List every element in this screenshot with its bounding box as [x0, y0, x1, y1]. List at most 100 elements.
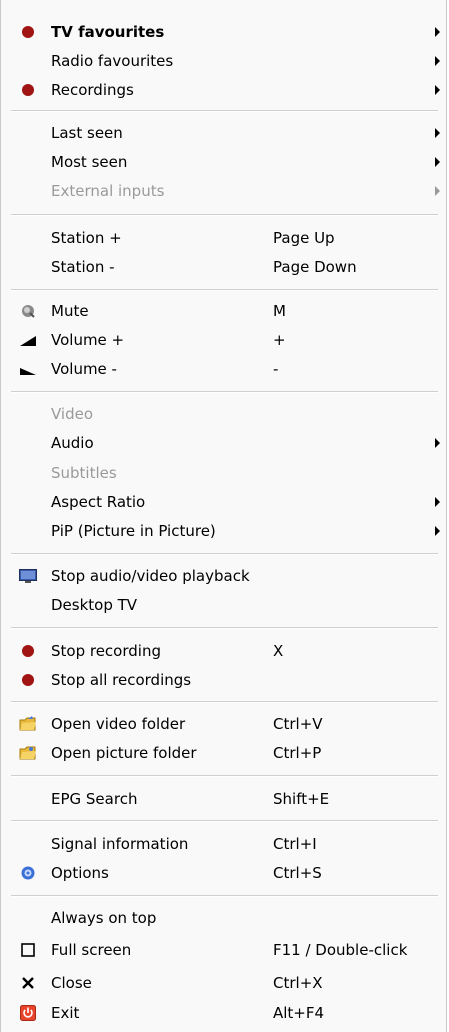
menu-item-label: Audio: [51, 434, 94, 452]
menu-item-recordings[interactable]: Recordings: [1, 75, 448, 105]
menu-separator: [11, 701, 438, 703]
menu-item-label: Close: [51, 974, 92, 992]
menu-item-label: Recordings: [51, 81, 134, 99]
menu-item-open-picture-folder[interactable]: Open picture folder Ctrl+P: [1, 738, 448, 768]
volume-up-icon: [19, 331, 37, 349]
submenu-arrow-icon: [435, 497, 440, 507]
menu-item-label: Volume -: [51, 360, 117, 378]
menu-item-audio[interactable]: Audio: [1, 428, 448, 458]
shortcut-label: Shift+E: [273, 790, 330, 808]
menu-item-label: Station -: [51, 258, 115, 276]
menu-item-label: Always on top: [51, 909, 157, 927]
menu-item-stop-playback[interactable]: Stop audio/video playback: [1, 561, 448, 591]
submenu-arrow-icon: [435, 27, 440, 37]
menu-item-label: Volume +: [51, 331, 125, 349]
menu-item-label: Open video folder: [51, 715, 186, 733]
folder-icon: [19, 744, 37, 762]
menu-separator: [11, 775, 438, 777]
menu-item-always-on-top[interactable]: Always on top: [1, 903, 448, 933]
menu-item-volume-down[interactable]: Volume - -: [1, 354, 448, 384]
exit-power-icon: [19, 1004, 37, 1022]
menu-item-label: Desktop TV: [51, 596, 138, 614]
menu-item-full-screen[interactable]: Full screen F11 / Double-click: [1, 935, 448, 965]
menu-item-label: Last seen: [51, 124, 123, 142]
menu-item-most-seen[interactable]: Most seen: [1, 147, 448, 177]
shortcut-label: X: [273, 642, 284, 660]
shortcut-label: Ctrl+X: [273, 974, 323, 992]
menu-item-signal-information[interactable]: Signal information Ctrl+I: [1, 829, 448, 859]
record-dot-icon: [19, 23, 37, 41]
menu-item-options[interactable]: Options Ctrl+S: [1, 858, 448, 888]
menu-item-external-inputs: External inputs: [1, 176, 448, 206]
menu-separator: [11, 627, 438, 629]
menu-item-label: Stop recording: [51, 642, 161, 660]
submenu-arrow-icon: [435, 56, 440, 66]
menu-item-desktop-tv[interactable]: Desktop TV: [1, 590, 448, 620]
menu-item-label: TV favourites: [51, 23, 165, 41]
menu-item-last-seen[interactable]: Last seen: [1, 118, 448, 148]
menu-item-label: Most seen: [51, 153, 128, 171]
menu-item-exit[interactable]: Exit Alt+F4: [1, 998, 448, 1028]
menu-item-station-minus[interactable]: Station - Page Down: [1, 252, 448, 282]
menu-item-tv-favourites[interactable]: TV favourites: [1, 17, 448, 47]
shortcut-label: Page Down: [273, 258, 357, 276]
menu-item-stop-all-recordings[interactable]: Stop all recordings: [1, 665, 448, 695]
menu-item-epg-search[interactable]: EPG Search Shift+E: [1, 784, 448, 814]
submenu-arrow-icon: [435, 128, 440, 138]
shortcut-label: Alt+F4: [273, 1004, 325, 1022]
menu-item-label: PiP (Picture in Picture): [51, 522, 216, 540]
menu-separator: [11, 110, 438, 112]
submenu-arrow-icon: [435, 157, 440, 167]
shortcut-label: +: [273, 331, 286, 349]
shortcut-label: Ctrl+V: [273, 715, 323, 733]
menu-item-radio-favourites[interactable]: Radio favourites: [1, 46, 448, 76]
shortcut-label: Ctrl+S: [273, 864, 322, 882]
shortcut-label: F11 / Double-click: [273, 941, 408, 959]
menu-separator: [11, 391, 438, 393]
volume-down-icon: [19, 360, 37, 378]
menu-item-label: External inputs: [51, 182, 165, 200]
menu-item-label: Options: [51, 864, 109, 882]
menu-item-subtitles: Subtitles: [1, 458, 448, 488]
shortcut-label: Ctrl+P: [273, 744, 322, 762]
submenu-arrow-icon: [435, 85, 440, 95]
menu-item-label: Open picture folder: [51, 744, 197, 762]
submenu-arrow-icon: [435, 186, 440, 196]
menu-item-station-plus[interactable]: Station + Page Up: [1, 223, 448, 253]
menu-item-label: Mute: [51, 302, 89, 320]
menu-item-volume-up[interactable]: Volume + +: [1, 325, 448, 355]
menu-item-label: Radio favourites: [51, 52, 174, 70]
options-gear-icon: [19, 864, 37, 882]
shortcut-label: -: [273, 360, 279, 378]
folder-icon: [19, 715, 37, 733]
menu-item-label: Video: [51, 405, 94, 423]
menu-item-label: EPG Search: [51, 790, 138, 808]
shortcut-label: M: [273, 302, 286, 320]
menu-separator: [11, 895, 438, 897]
record-dot-icon: [19, 81, 37, 99]
submenu-arrow-icon: [435, 438, 440, 448]
menu-separator: [11, 214, 438, 216]
menu-item-mute[interactable]: Mute M: [1, 296, 448, 326]
full-screen-icon: [19, 941, 37, 959]
menu-separator: [11, 553, 438, 555]
menu-item-label: Aspect Ratio: [51, 493, 146, 511]
menu-separator: [11, 820, 438, 822]
shortcut-label: Page Up: [273, 229, 335, 247]
menu-item-label: Full screen: [51, 941, 132, 959]
record-dot-icon: [19, 642, 37, 660]
close-icon: [19, 974, 37, 992]
menu-item-label: Stop audio/video playback: [51, 567, 250, 585]
menu-item-stop-recording[interactable]: Stop recording X: [1, 636, 448, 666]
menu-item-label: Subtitles: [51, 464, 117, 482]
shortcut-label: Ctrl+I: [273, 835, 317, 853]
menu-item-aspect-ratio[interactable]: Aspect Ratio: [1, 487, 448, 517]
menu-item-open-video-folder[interactable]: Open video folder Ctrl+V: [1, 709, 448, 739]
menu-item-label: Stop all recordings: [51, 671, 192, 689]
context-menu: TV favourites Radio favourites Recording…: [0, 0, 447, 1032]
menu-item-close[interactable]: Close Ctrl+X: [1, 968, 448, 998]
menu-item-label: Signal information: [51, 835, 189, 853]
menu-item-pip[interactable]: PiP (Picture in Picture): [1, 516, 448, 546]
menu-item-video: Video: [1, 399, 448, 429]
menu-item-label: Exit: [51, 1004, 80, 1022]
